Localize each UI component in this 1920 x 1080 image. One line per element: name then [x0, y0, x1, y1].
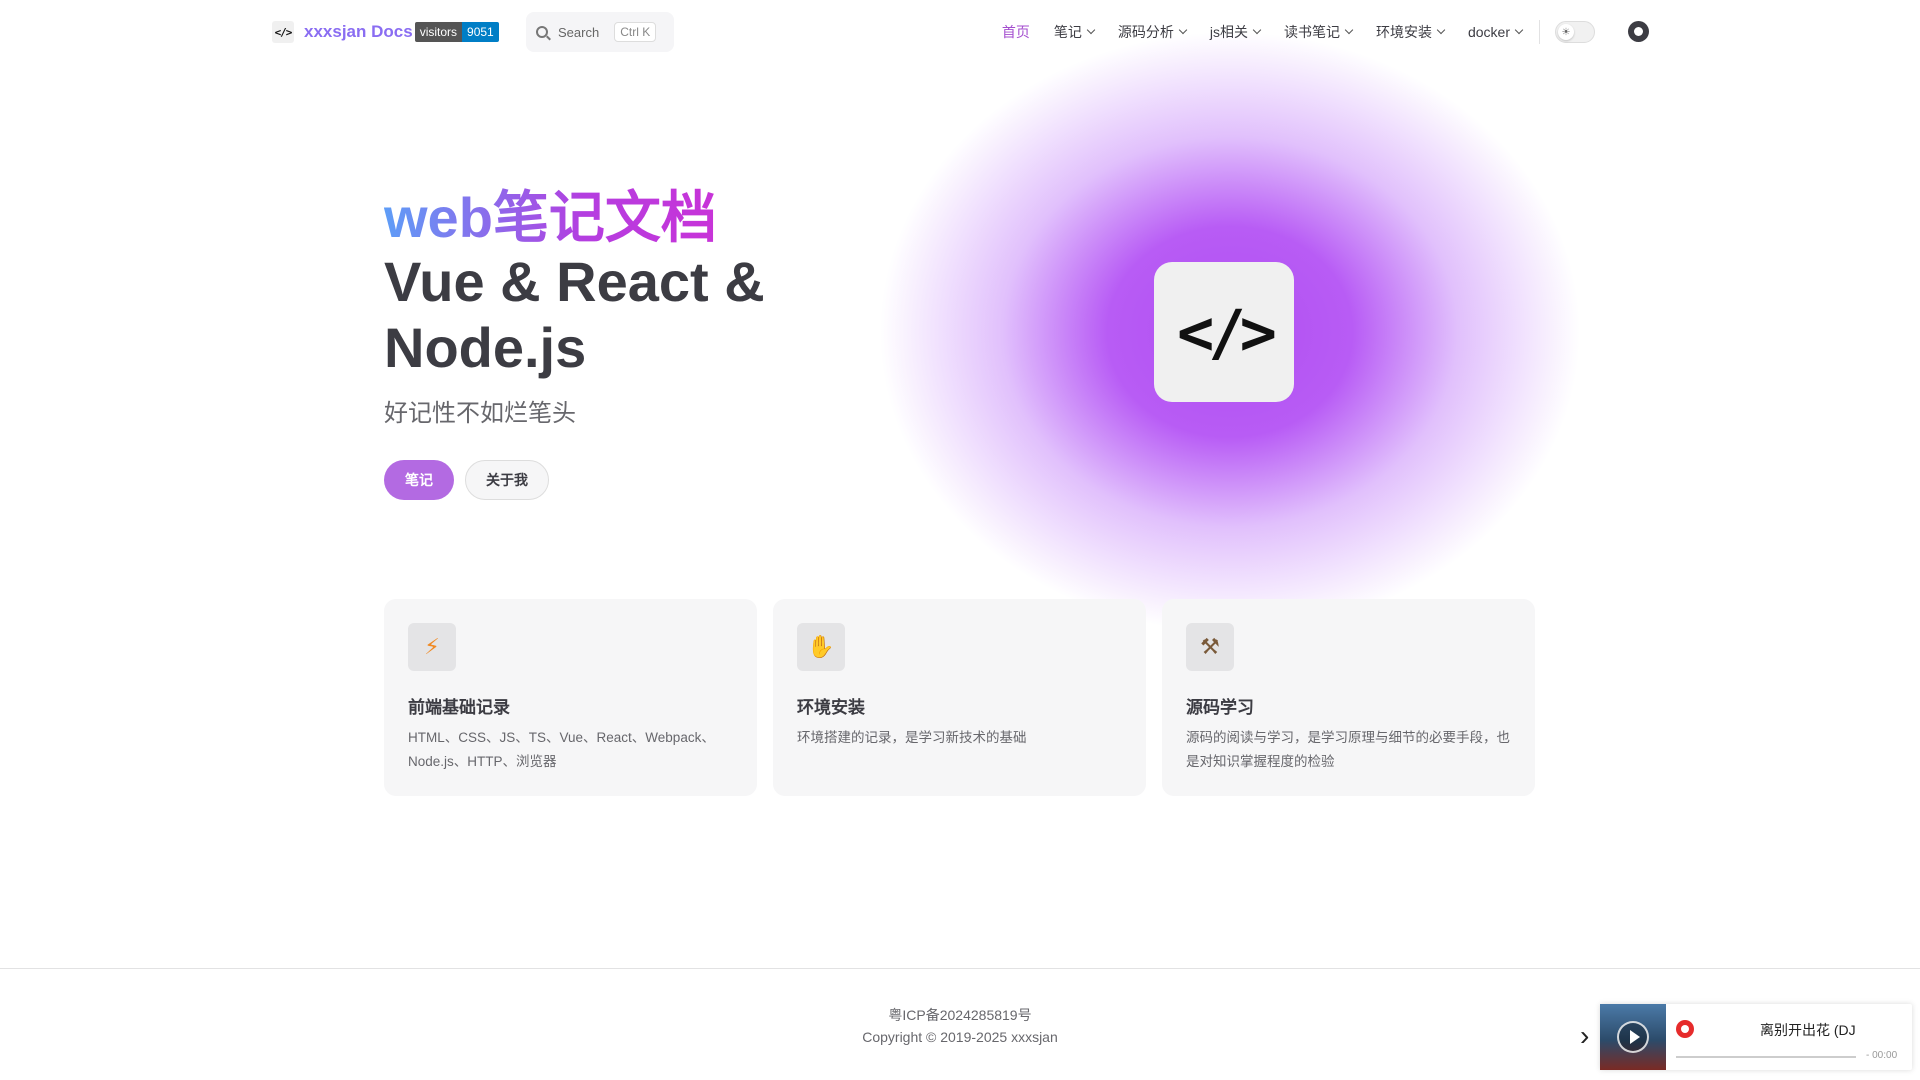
code-logo-icon: </>	[272, 21, 294, 43]
hero-logo: </>	[1154, 262, 1294, 402]
chevron-right-icon[interactable]: ›	[1580, 1022, 1589, 1050]
hand-icon: ✋	[797, 623, 845, 671]
nav-item-notes[interactable]: 笔记	[1053, 22, 1096, 42]
feature-description: HTML、CSS、JS、TS、Vue、React、Webpack、Node.js…	[408, 730, 715, 769]
site-title: xxxsjan Docs	[304, 22, 413, 41]
chevron-down-icon	[1086, 25, 1096, 35]
feature-card: ⚒ 源码学习 源码的阅读与学习，是学习原理与细节的必要手段，也是对知识掌握程度的…	[1162, 599, 1535, 796]
notes-button[interactable]: 笔记	[384, 460, 454, 500]
search-button[interactable]: Search Ctrl K	[526, 12, 674, 52]
search-placeholder: Search	[558, 24, 600, 40]
nav-item-label: 环境安装	[1375, 24, 1432, 40]
search-shortcut: Ctrl K	[614, 22, 657, 42]
nav-item-home[interactable]: 首页	[1002, 22, 1030, 42]
sun-icon: ☀	[1558, 24, 1574, 40]
nav-item-docker[interactable]: docker	[1467, 24, 1524, 40]
nav-item-label: 首页	[1001, 24, 1030, 40]
github-icon[interactable]	[1628, 21, 1649, 42]
search-icon	[536, 26, 548, 38]
feature-description: 环境搭建的记录，是学习新技术的基础	[797, 730, 1027, 745]
nav-item-env-setup[interactable]: 环境安装	[1375, 22, 1446, 42]
tools-icon: ⚒	[1186, 623, 1234, 671]
album-cover[interactable]	[1600, 1004, 1666, 1070]
music-player: 离别开出花 (DJ - 00:00	[1600, 1004, 1912, 1070]
hero-text-line2: Node.js	[384, 316, 587, 379]
play-icon[interactable]	[1617, 1021, 1649, 1053]
chevron-down-icon	[1344, 25, 1354, 35]
hero-name: web笔记文档	[384, 186, 717, 249]
chevron-down-icon	[1514, 25, 1524, 35]
chevron-down-icon	[1436, 25, 1446, 35]
site-logo-link[interactable]: </> xxxsjan Docs visitors 9051	[272, 21, 499, 43]
song-title: 离别开出花 (DJ	[1760, 1022, 1856, 1038]
nav-divider	[1539, 20, 1540, 44]
feature-card: ⚡ 前端基础记录 HTML、CSS、JS、TS、Vue、React、Webpac…	[384, 599, 757, 796]
hero-tagline: 好记性不如烂笔头	[384, 400, 576, 427]
about-me-button[interactable]: 关于我	[465, 460, 549, 500]
feature-title: 前端基础记录	[408, 698, 510, 717]
feature-description: 源码的阅读与学习，是学习原理与细节的必要手段，也是对知识掌握程度的检验	[1186, 730, 1510, 769]
navbar: </> xxxsjan Docs visitors 9051 Search Ct…	[0, 0, 1920, 64]
visitors-badge-label: visitors	[414, 22, 463, 42]
playback-time: - 00:00	[1866, 1050, 1898, 1061]
nav-item-label: 笔记	[1053, 24, 1082, 40]
feature-card: ✋ 环境安装 环境搭建的记录，是学习新技术的基础	[773, 599, 1146, 796]
feature-title: 源码学习	[1186, 698, 1254, 717]
chevron-down-icon	[1178, 25, 1188, 35]
code-icon: </>	[1177, 295, 1277, 369]
lightning-icon: ⚡	[408, 623, 456, 671]
theme-toggle[interactable]: ☀	[1555, 21, 1595, 43]
nav-item-label: docker	[1467, 24, 1510, 40]
progress-bar[interactable]	[1676, 1056, 1856, 1058]
visitors-badge-count: 9051	[462, 22, 499, 42]
feature-title: 环境安装	[797, 698, 865, 717]
hero-text-line1: Vue & React &	[384, 250, 765, 313]
netease-music-icon	[1676, 1020, 1694, 1038]
visitors-badge: visitors 9051	[414, 22, 499, 42]
